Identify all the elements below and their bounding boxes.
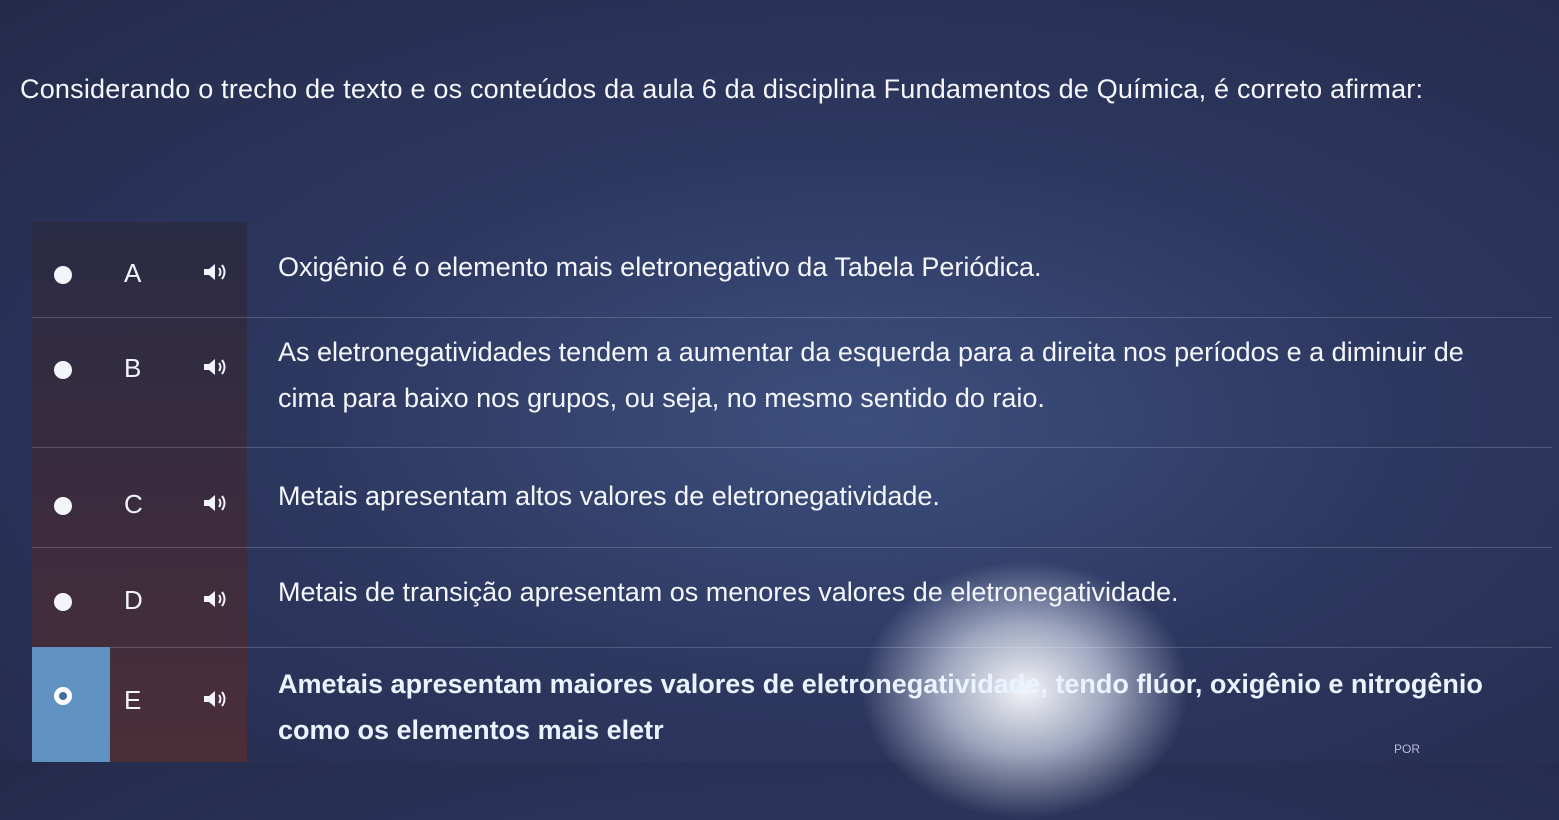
options-list: A Oxigênio é o elemento mais eletronegat… [32,222,1552,762]
speaker-icon[interactable] [202,689,230,709]
question-text: Considerando o trecho de texto e os cont… [20,74,1424,104]
option-d-text: Metais de transição apresentam os menore… [278,577,1179,607]
option-c-radio[interactable] [54,497,72,515]
option-b-text: As eletronegatividades tendem a aumentar… [278,337,1464,413]
option-c-letter: C [124,489,143,519]
option-c-text: Metais apresentam altos valores de eletr… [278,481,940,511]
option-e[interactable]: E Ametais apresentam maiores valores de … [32,647,1552,762]
option-e-letter: E [124,685,142,715]
option-e-text: Ametais apresentam maiores valores de el… [278,669,1483,745]
option-b-letter: B [124,353,142,383]
speaker-icon[interactable] [202,493,230,513]
option-a-radio[interactable] [54,266,72,284]
selected-highlight [32,647,110,762]
option-a-text: Oxigênio é o elemento mais eletronegativ… [278,252,1042,282]
speaker-icon[interactable] [202,262,230,282]
option-d-radio[interactable] [54,593,72,611]
option-b[interactable]: B As eletronegatividades tendem a aument… [32,317,1552,448]
option-b-radio[interactable] [54,361,72,379]
speaker-icon[interactable] [202,357,230,377]
option-a[interactable]: A Oxigênio é o elemento mais eletronegat… [32,222,1552,318]
taskbar-language[interactable]: POR [1394,742,1420,756]
speaker-icon[interactable] [202,589,230,609]
option-d-letter: D [124,585,143,615]
option-d[interactable]: D Metais de transição apresentam os meno… [32,547,1552,648]
option-c[interactable]: C Metais apresentam altos valores de ele… [32,447,1552,548]
option-e-radio[interactable] [54,687,72,705]
option-a-letter: A [124,258,142,288]
